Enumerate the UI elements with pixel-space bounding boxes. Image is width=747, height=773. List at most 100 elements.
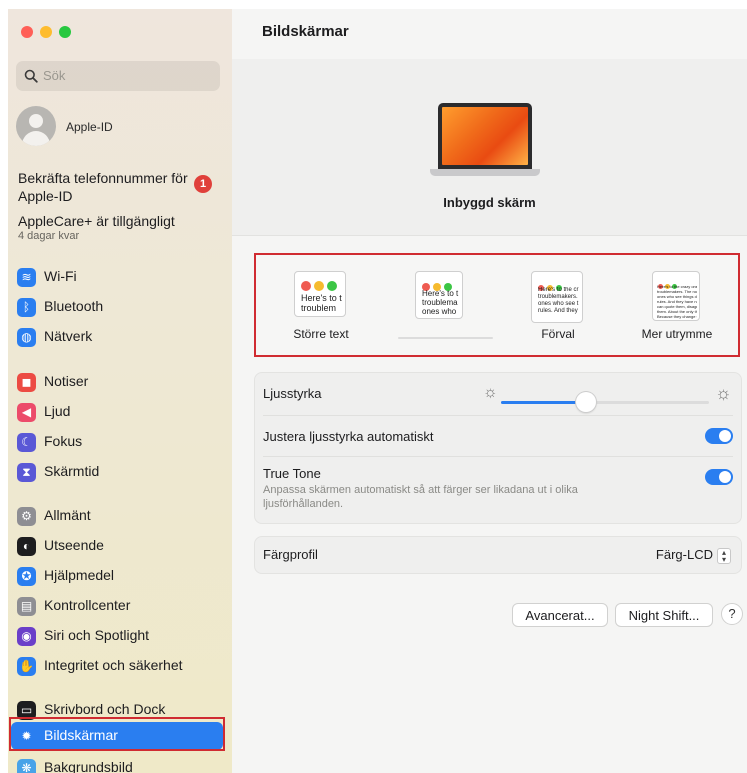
- chevron-updown-icon: ▴ ▾: [717, 547, 731, 564]
- speaker-icon: ◀: [17, 403, 36, 422]
- preview-text: Here's to t troublema ones who: [422, 289, 459, 316]
- brightness-knob[interactable]: [576, 392, 596, 412]
- display-name: Inbyggd skärm: [443, 195, 536, 210]
- siri-icon: ◉: [17, 627, 36, 646]
- sidebar-item-label: Skärmtid: [44, 463, 100, 479]
- sidebar-item-kontrollcenter[interactable]: ▤ Kontrollcenter: [11, 592, 223, 620]
- selection-highlight: [9, 717, 225, 751]
- preview-thumbnail: Here's to the cr troublemakers. ones who…: [531, 271, 583, 323]
- true-tone-toggle[interactable]: [705, 469, 733, 485]
- preview-thumbnail: Here's to the crazy one troublemakers. T…: [652, 271, 700, 321]
- sidebar-item-label: Nätverk: [44, 328, 93, 344]
- close-window-button[interactable]: [21, 26, 33, 38]
- gear-icon: ⚙: [17, 507, 36, 526]
- sidebar-item-siri-och-spotlight[interactable]: ◉ Siri och Spotlight: [11, 622, 223, 650]
- brightness-row: Ljusstyrka ☼ ☼: [255, 373, 741, 415]
- minimize-window-button[interactable]: [40, 26, 52, 38]
- sidebar-item-label: Siri och Spotlight: [44, 627, 150, 643]
- sidebar-item-label: Bluetooth: [44, 298, 104, 314]
- resolution-option-default[interactable]: Here's to the cr troublemakers. ones who…: [503, 255, 613, 355]
- resolution-option-more-space[interactable]: Here's to the crazy one troublemakers. T…: [622, 255, 732, 355]
- appearance-icon: ◐: [17, 537, 36, 556]
- sidebar-item-utseende[interactable]: ◐ Utseende: [11, 532, 223, 560]
- search-icon: [24, 69, 38, 83]
- night-shift-button[interactable]: Night Shift...: [615, 603, 713, 627]
- sidebar-item-nätverk[interactable]: ◍ Nätverk: [11, 323, 223, 351]
- sidebar-item-label: Allmänt: [44, 507, 91, 523]
- confirm-phone-notice[interactable]: Bekräfta telefonnummer för Apple-ID: [18, 169, 218, 205]
- help-button[interactable]: ?: [721, 603, 743, 625]
- bell-icon: ◼: [17, 373, 36, 392]
- display-preview: Inbyggd skärm: [232, 59, 747, 236]
- brightness-label: Ljusstyrka: [263, 386, 322, 401]
- main-pane: Bildskärmar Inbyggd skärm Here's to t tr…: [232, 9, 747, 773]
- true-tone-row: True Tone Anpassa skärmen automatiskt så…: [255, 457, 741, 523]
- applecare-item[interactable]: AppleCare+ är tillgängligt: [18, 213, 175, 229]
- wallpaper-icon: ❋: [17, 759, 36, 773]
- color-profile-select[interactable]: Färg-LCD ▴ ▾: [656, 547, 731, 564]
- sidebar: Sök Apple-ID Bekräfta telefonnummer för …: [8, 9, 233, 773]
- preview-text: Here's to t troublem: [301, 293, 342, 313]
- sidebar-item-label: Skrivbord och Dock: [44, 701, 166, 717]
- hourglass-icon: ⧗: [17, 463, 36, 482]
- sidebar-item-ljud[interactable]: ◀ Ljud: [11, 398, 223, 426]
- sidebar-item-integritet-och-säkerhet[interactable]: ✋ Integritet och säkerhet: [11, 652, 223, 680]
- color-profile-panel: Färgprofil Färg-LCD ▴ ▾: [254, 536, 742, 574]
- preview-text: Here's to the cr troublemakers. ones who…: [538, 287, 579, 314]
- preview-thumbnail: Here's to t troublema ones who: [415, 271, 463, 319]
- auto-brightness-toggle[interactable]: [705, 428, 733, 444]
- sidebar-item-label: Ljud: [44, 403, 71, 419]
- sidebar-item-label: Hjälpmedel: [44, 567, 115, 583]
- resolution-option-larger-text[interactable]: Here's to t troublem Större text: [266, 255, 376, 355]
- resolution-options: Here's to t troublem Större text Here's …: [254, 253, 740, 357]
- control-center-icon: ▤: [17, 597, 36, 616]
- sidebar-item-label: Utseende: [44, 537, 104, 553]
- sun-dim-icon: ☼: [483, 384, 498, 401]
- search-placeholder: Sök: [43, 68, 66, 83]
- sidebar-item-label: Bakgrundsbild: [44, 759, 133, 773]
- sidebar-item-label: Integritet och säkerhet: [44, 657, 183, 673]
- option-label: Förval: [541, 327, 575, 341]
- preview-thumbnail: Here's to t troublem: [294, 271, 346, 317]
- resolution-option-2[interactable]: Here's to t troublema ones who: [386, 255, 496, 355]
- sidebar-item-bakgrundsbild[interactable]: ❋ Bakgrundsbild: [11, 754, 223, 773]
- brightness-slider[interactable]: [501, 392, 709, 412]
- brightness-fill: [501, 401, 586, 404]
- sun-bright-icon: ☼: [715, 383, 732, 403]
- brightness-panel: Ljusstyrka ☼ ☼ Justera ljusstyrka automa…: [254, 372, 742, 524]
- wifi-icon: ≋: [17, 268, 36, 287]
- bluetooth-icon: ᛒ: [17, 298, 36, 317]
- resolution-scale-line: [398, 337, 493, 339]
- apple-id-label: Apple-ID: [66, 120, 113, 134]
- sidebar-item-fokus[interactable]: ☾ Fokus: [11, 428, 223, 456]
- apple-id-item[interactable]: Apple-ID: [16, 106, 216, 150]
- sidebar-item-label: Fokus: [44, 433, 83, 449]
- applecare-subtitle: 4 dagar kvar: [18, 230, 80, 242]
- option-label: Större text: [293, 327, 349, 341]
- sidebar-item-skärmtid[interactable]: ⧗ Skärmtid: [11, 458, 223, 486]
- search-field[interactable]: Sök: [16, 61, 220, 91]
- page-title: Bildskärmar: [262, 23, 349, 40]
- settings-window: Sök Apple-ID Bekräfta telefonnummer för …: [0, 0, 747, 773]
- true-tone-description: Anpassa skärmen automatiskt så att färge…: [263, 484, 578, 510]
- sidebar-item-hjälpmedel[interactable]: ✪ Hjälpmedel: [11, 562, 223, 590]
- sidebar-item-bluetooth[interactable]: ᛒ Bluetooth: [11, 293, 223, 321]
- advanced-button[interactable]: Avancerat...: [512, 603, 608, 627]
- sidebar-item-label: Wi-Fi: [44, 268, 77, 284]
- laptop-icon[interactable]: [430, 103, 540, 183]
- color-profile-label: Färgprofil: [263, 547, 318, 562]
- option-label: Mer utrymme: [641, 327, 713, 341]
- auto-brightness-label: Justera ljusstyrka automatiskt: [263, 429, 434, 444]
- sidebar-item-allmänt[interactable]: ⚙ Allmänt: [11, 502, 223, 530]
- notification-badge: 1: [194, 175, 212, 193]
- sidebar-item-wi-fi[interactable]: ≋ Wi-Fi: [11, 263, 223, 291]
- sidebar-item-notiser[interactable]: ◼ Notiser: [11, 368, 223, 396]
- zoom-window-button[interactable]: [59, 26, 71, 38]
- color-profile-value: Färg-LCD: [655, 547, 713, 562]
- hand-icon: ✋: [17, 657, 36, 676]
- true-tone-label: True Tone: [263, 466, 321, 481]
- accessibility-icon: ✪: [17, 567, 36, 586]
- globe-icon: ◍: [17, 328, 36, 347]
- avatar: [16, 106, 56, 146]
- preview-text: Here's to the crazy one troublemakers. T…: [657, 284, 697, 319]
